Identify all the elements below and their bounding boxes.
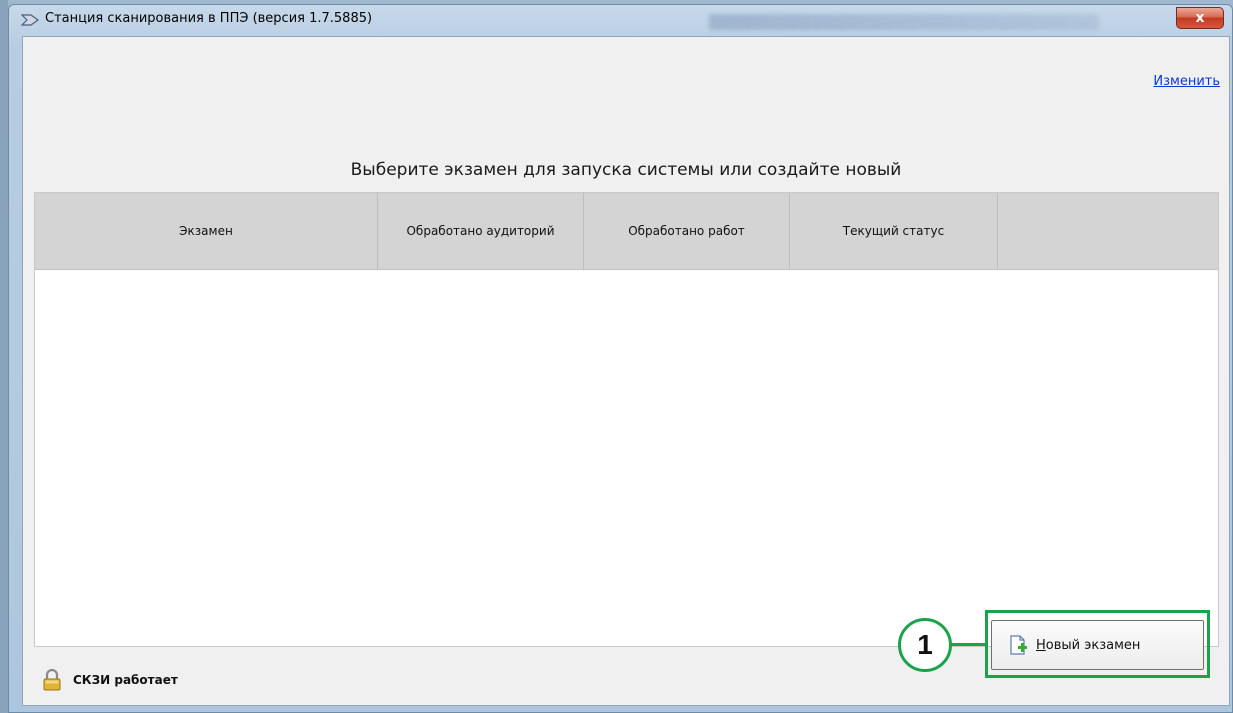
arrow-app-icon [21,14,39,26]
desktop-background [0,0,8,713]
new-exam-label: Новый экзамен [1036,637,1141,653]
status-area: СКЗИ работает [43,669,178,691]
background-window-title [709,14,1099,30]
client-area: Изменить Выберите экзамен для запуска си… [22,36,1230,706]
column-header-status[interactable]: Текущий статус [790,193,998,269]
page-title: Выберите экзамен для запуска системы или… [350,160,902,180]
title-bar[interactable]: Станция сканирования в ППЭ (версия 1.7.5… [9,5,1232,35]
column-header-works[interactable]: Обработано работ [584,193,790,269]
status-text: СКЗИ работает [73,673,178,687]
exam-table[interactable]: Экзамен Обработано аудиторий Обработано … [34,192,1219,647]
column-header-rooms[interactable]: Обработано аудиторий [378,193,584,269]
new-exam-button[interactable]: Новый экзамен [991,620,1204,670]
change-link[interactable]: Изменить [1153,74,1220,89]
table-header: Экзамен Обработано аудиторий Обработано … [35,193,1218,270]
column-header-actions [998,193,1218,269]
main-window: Станция сканирования в ППЭ (версия 1.7.5… [8,4,1233,713]
callout-connector [951,643,985,646]
close-button[interactable]: x [1176,7,1224,29]
callout-number: 1 [898,618,952,672]
column-header-exam[interactable]: Экзамен [35,193,378,269]
window-title: Станция сканирования в ППЭ (версия 1.7.5… [45,11,373,26]
lock-icon [43,669,61,691]
document-add-icon [1010,635,1027,655]
